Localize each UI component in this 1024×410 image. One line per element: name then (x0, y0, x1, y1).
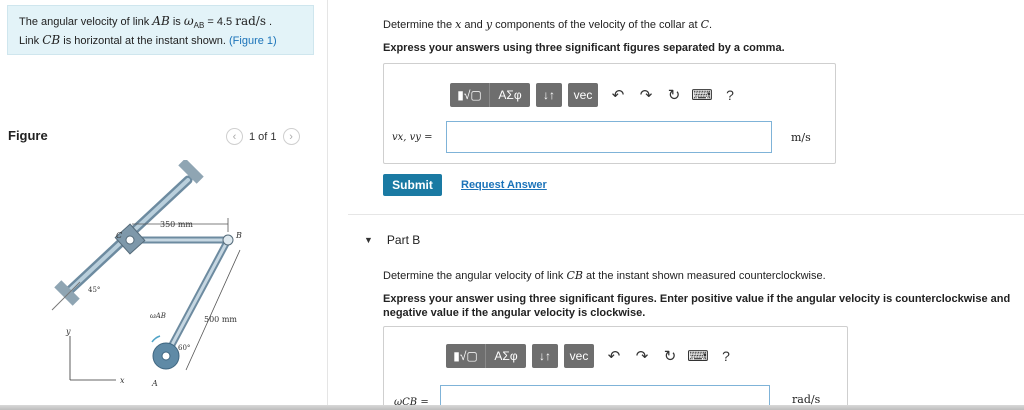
omega-ab-label: ωAB (150, 312, 166, 320)
omega-value: = 4.5 (204, 16, 236, 28)
point-c-label: C (116, 231, 122, 240)
velocity-label: vx, vy = (392, 132, 433, 143)
section-divider (348, 214, 1024, 215)
part-b-header[interactable]: ▼ Part B (364, 233, 420, 247)
redo-icon[interactable]: ↷ (628, 344, 656, 368)
axis-x-label: x (120, 376, 125, 385)
problem-panel: The angular velocity of link AB is ωAB =… (0, 0, 328, 410)
templates-button[interactable]: ▮√▢ (446, 344, 486, 368)
help-icon[interactable]: ? (716, 83, 744, 107)
questions-panel: Determine the x and y components of the … (330, 0, 1024, 410)
help-icon[interactable]: ? (712, 344, 740, 368)
angle-45-label: 45° (88, 286, 100, 294)
greek-button[interactable]: ΑΣφ (490, 83, 530, 107)
problem-text: . (265, 16, 273, 28)
templates-button[interactable]: ▮√▢ (450, 83, 490, 107)
link-ab-label: AB (152, 14, 170, 28)
prompt-text: . (709, 19, 713, 31)
next-figure-button[interactable]: › (282, 128, 300, 145)
problem-line-1: The angular velocity of link AB is ωAB =… (19, 14, 302, 33)
part-a-instruction: Express your answers using three signifi… (383, 42, 785, 54)
part-b-prompt: Determine the angular velocity of link C… (383, 269, 826, 282)
figure-link[interactable]: (Figure 1) (229, 35, 277, 47)
subsup-button[interactable]: ↓↑ (536, 83, 562, 107)
toolbar-group: ▮√▢ ΑΣφ (450, 83, 530, 107)
greek-button[interactable]: ΑΣφ (486, 344, 526, 368)
math-toolbar: ▮√▢ ΑΣφ ↓↑ vec ↶ ↷ ↻ ⌨ ? (446, 344, 740, 368)
omega-subscript: AB (193, 21, 205, 31)
problem-line-2: Link CB is horizontal at the instant sho… (19, 33, 302, 49)
figure-pager: ‹ 1 of 1 › (226, 128, 300, 145)
figure-page-count: 1 of 1 (249, 130, 277, 143)
math-toolbar: ▮√▢ ΑΣφ ↓↑ vec ↶ ↷ ↻ ⌨ ? (450, 83, 744, 107)
figure-title: Figure (8, 128, 48, 143)
undo-icon[interactable]: ↶ (600, 344, 628, 368)
point-b-label: B (235, 231, 242, 240)
keyboard-icon[interactable]: ⌨ (684, 344, 712, 368)
toolbar-group: ↓↑ (532, 344, 558, 368)
prompt-text: components of the velocity of the collar… (492, 19, 701, 31)
problem-text: Link (19, 35, 43, 48)
problem-text: The angular velocity of link (19, 16, 153, 28)
prompt-text: and (461, 19, 486, 31)
dim-500-label: 500 mm (204, 315, 237, 324)
part-a-answer-box: ▮√▢ ΑΣφ ↓↑ vec ↶ ↷ ↻ ⌨ ? vx, vy = m/s (383, 63, 836, 164)
vec-button[interactable]: vec (564, 344, 594, 368)
collapse-caret-icon[interactable]: ▼ (364, 235, 373, 245)
request-answer-link[interactable]: Request Answer (461, 179, 547, 191)
velocity-answer-input[interactable] (446, 121, 772, 153)
point-a-label: A (151, 379, 158, 388)
vec-button[interactable]: vec (568, 83, 598, 107)
bottom-scroll-edge (0, 405, 1024, 410)
problem-text: is horizontal at the instant shown. (60, 35, 230, 48)
crank-a (152, 342, 180, 370)
link-cb-label: CB (42, 33, 61, 48)
toolbar-group: vec (564, 344, 594, 368)
part-b-title: Part B (386, 233, 421, 247)
redo-icon[interactable]: ↷ (632, 83, 660, 107)
toolbar-group: ↓↑ (536, 83, 562, 107)
problem-text: is (169, 16, 184, 28)
mechanism-figure: 350 mm 500 mm 45° 60° ωAB C B A y x (51, 160, 242, 388)
toolbar-group: vec (568, 83, 598, 107)
prev-figure-button[interactable]: ‹ (226, 128, 243, 145)
axis-y-label: y (65, 327, 71, 336)
var-c: C (700, 18, 709, 31)
prompt-text: at the instant shown measured counterclo… (582, 270, 826, 282)
angle-60-label: 60° (178, 344, 190, 352)
part-b-instruction: Express your answer using three signific… (383, 293, 1011, 319)
part-a-prompt: Determine the x and y components of the … (383, 18, 712, 31)
dim-350-label: 350 mm (160, 220, 193, 229)
var-cb: CB (566, 269, 583, 282)
omega-symbol: ω (183, 14, 194, 28)
keyboard-icon[interactable]: ⌨ (688, 83, 716, 107)
prompt-text: Determine the (383, 19, 456, 31)
part-b-answer-box: ▮√▢ ΑΣφ ↓↑ vec ↶ ↷ ↻ ⌨ ? ωCB = rad/s (383, 326, 848, 410)
submit-button[interactable]: Submit (383, 174, 442, 196)
subsup-button[interactable]: ↓↑ (532, 344, 558, 368)
undo-icon[interactable]: ↶ (604, 83, 632, 107)
toolbar-group: ▮√▢ ΑΣφ (446, 344, 526, 368)
reset-icon[interactable]: ↻ (656, 344, 684, 368)
rotation-arrow (151, 335, 161, 343)
omega-unit: rad/s (235, 14, 266, 28)
prompt-text: Determine the angular velocity of link (383, 270, 567, 282)
pin-b (222, 234, 234, 246)
velocity-unit: m/s (791, 131, 811, 144)
problem-statement: The angular velocity of link AB is ωAB =… (7, 5, 314, 55)
axes (69, 336, 116, 381)
reset-icon[interactable]: ↻ (660, 83, 688, 107)
